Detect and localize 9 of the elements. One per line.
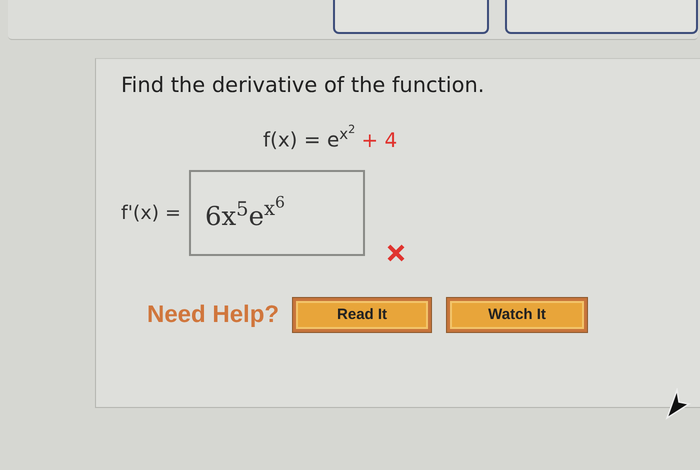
previous-tab[interactable] bbox=[504, 0, 698, 34]
help-label: Need Help? bbox=[147, 300, 280, 329]
help-button[interactable]: Watch It bbox=[447, 298, 588, 332]
answer-label: f'(x) = bbox=[121, 202, 181, 224]
question-prompt: Find the derivative of the function. bbox=[121, 73, 486, 97]
help-button[interactable]: Read It bbox=[293, 298, 432, 332]
pointer-icon bbox=[665, 388, 691, 420]
function-constant: + 4 bbox=[361, 128, 398, 152]
details-tab[interactable] bbox=[333, 0, 489, 34]
